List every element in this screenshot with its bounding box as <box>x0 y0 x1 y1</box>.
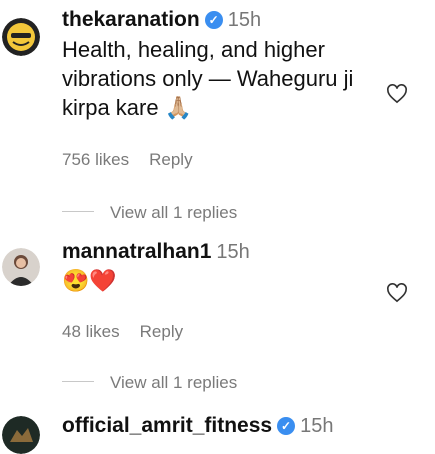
avatar[interactable] <box>2 416 40 454</box>
likes-count[interactable]: 756 likes <box>62 150 129 169</box>
comment-text-line: kirpa kare 🙏🏼 <box>62 95 193 120</box>
view-replies-label: View all 1 replies <box>110 203 238 222</box>
heart-outline-icon[interactable] <box>386 283 408 303</box>
view-replies-label: View all 1 replies <box>110 373 238 392</box>
comment-text: 😍❤️ <box>62 266 117 295</box>
avatar[interactable] <box>2 248 40 286</box>
timestamp: 15h <box>216 241 250 263</box>
verified-badge-icon: ✓ <box>204 11 223 29</box>
username[interactable]: mannatralhan1 <box>62 240 211 263</box>
comment-text: Health, healing, and higher vibrations o… <box>62 35 382 122</box>
comment-emoji: 😍❤️ <box>62 268 117 293</box>
username[interactable]: thekaranation <box>62 8 200 31</box>
timestamp: 15h <box>227 9 262 31</box>
reply-button[interactable]: Reply <box>140 322 183 341</box>
comment-text-line: vibrations only — Waheguru ji <box>62 66 354 91</box>
timestamp: 15h <box>300 415 334 437</box>
username[interactable]: official_amrit_fitness <box>62 414 272 437</box>
view-replies-button[interactable]: View all 1 replies <box>62 203 237 223</box>
divider <box>62 211 94 212</box>
reply-button[interactable]: Reply <box>149 150 192 169</box>
view-replies-button[interactable]: View all 1 replies <box>62 373 237 393</box>
avatar[interactable] <box>2 18 40 56</box>
divider <box>62 381 94 382</box>
heart-outline-icon[interactable] <box>386 84 408 104</box>
verified-badge-icon: ✓ <box>277 417 296 435</box>
comment-text-line: Health, healing, and higher <box>62 37 325 62</box>
likes-count[interactable]: 48 likes <box>62 322 120 341</box>
